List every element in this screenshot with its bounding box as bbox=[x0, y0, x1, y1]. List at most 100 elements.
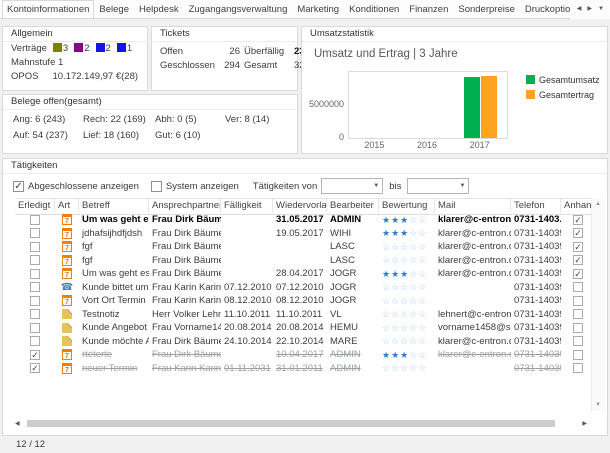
anhang-checkbox[interactable]: ✓ bbox=[573, 215, 583, 225]
star-icon: ☆ bbox=[382, 309, 391, 319]
star-icon: ☆ bbox=[382, 323, 391, 333]
vertical-scrollbar[interactable]: ▲ ▼ bbox=[591, 198, 605, 411]
anhang-checkbox[interactable] bbox=[573, 323, 583, 333]
star-icon: ☆ bbox=[391, 336, 400, 346]
cell-art: 7 bbox=[55, 241, 79, 252]
show-system-checkbox[interactable] bbox=[151, 181, 162, 192]
tab-scroll-left-icon[interactable]: ◀ bbox=[577, 6, 582, 12]
table-row[interactable]: Kunde möchte Ang...Frau Dirk Bäumer24.10… bbox=[15, 335, 595, 349]
column-header-wiedervorlage[interactable]: Wiedervorlage bbox=[273, 199, 327, 213]
star-icon: ☆ bbox=[382, 336, 391, 346]
note-icon bbox=[62, 323, 72, 333]
cell-faelligkeit: 24.10.2014 bbox=[221, 335, 273, 349]
column-header-bearbeiter[interactable]: Bearbeiter bbox=[327, 199, 379, 213]
tab-scroll-right-icon[interactable]: ▶ bbox=[587, 6, 592, 12]
erledigt-checkbox[interactable] bbox=[30, 336, 40, 346]
erledigt-checkbox[interactable] bbox=[30, 282, 40, 292]
cell-betreff: Kunde bittet um R... bbox=[79, 281, 149, 295]
column-header-bewertung[interactable]: Bewertung bbox=[379, 199, 435, 213]
scroll-down-icon[interactable]: ▼ bbox=[595, 402, 601, 408]
cell-anhang: ✓ bbox=[561, 269, 595, 279]
scroll-up-icon[interactable]: ▲ bbox=[595, 201, 601, 207]
erledigt-checkbox[interactable] bbox=[30, 323, 40, 333]
erledigt-checkbox[interactable] bbox=[30, 296, 40, 306]
tab-sonderpreise[interactable]: Sonderpreise bbox=[453, 0, 520, 19]
table-row[interactable]: Kunde Angebot ExchFrau Vorname1458 .20.0… bbox=[15, 321, 595, 335]
anhang-checkbox[interactable] bbox=[573, 309, 583, 319]
tab-marketing[interactable]: Marketing bbox=[292, 0, 344, 19]
column-header-telefon[interactable]: Telefon bbox=[511, 199, 561, 213]
cell-wiedervorlage: 20.08.2014 bbox=[273, 321, 327, 335]
table-row[interactable]: 7jdhafsijhdfjdshFrau Dirk Bäumer19.05.20… bbox=[15, 227, 595, 241]
scroll-left-icon[interactable]: ◀ bbox=[15, 420, 20, 427]
anhang-checkbox[interactable] bbox=[573, 336, 583, 346]
tickets-offen-label: Offen bbox=[160, 46, 216, 57]
scroll-right-icon[interactable]: ▶ bbox=[582, 420, 587, 427]
calendar-icon: 7 bbox=[62, 214, 72, 225]
erledigt-checkbox[interactable] bbox=[30, 269, 40, 279]
tab-helpdesk[interactable]: Helpdesk bbox=[134, 0, 184, 19]
anhang-checkbox[interactable] bbox=[573, 350, 583, 360]
column-header-anhang[interactable]: Anhang bbox=[561, 199, 595, 213]
tab-kontoinformationen[interactable]: Kontoinformationen bbox=[2, 0, 94, 19]
anhang-checkbox[interactable]: ✓ bbox=[573, 228, 583, 238]
erledigt-checkbox[interactable] bbox=[30, 215, 40, 225]
tab-zugangangsverwaltung[interactable]: Zugangangsverwaltung bbox=[184, 0, 293, 19]
table-row[interactable]: 7Vort Ort TerminFrau Karin Karin08.12.20… bbox=[15, 294, 595, 308]
activity-table-body: 7Um was geht esFrau Dirk Bäumer31.05.201… bbox=[15, 213, 595, 375]
x-tick-label: 2017 bbox=[465, 140, 495, 150]
table-row[interactable]: TestnotizHerr Volker Lehnert11.10.201111… bbox=[15, 308, 595, 322]
table-row[interactable]: 7Um was geht esFrau Dirk Bäumer31.05.201… bbox=[15, 213, 595, 227]
panel-tickets-title: Tickets bbox=[152, 27, 297, 42]
anhang-checkbox[interactable] bbox=[573, 282, 583, 292]
anhang-checkbox[interactable]: ✓ bbox=[573, 255, 583, 265]
anhang-checkbox[interactable]: ✓ bbox=[573, 242, 583, 252]
tab-belege[interactable]: Belege bbox=[94, 0, 134, 19]
anhang-checkbox[interactable] bbox=[573, 296, 583, 306]
cell-betreff: neuer Termin bbox=[79, 362, 149, 376]
star-icon: ☆ bbox=[409, 350, 418, 360]
tab-konditionen[interactable]: Konditionen bbox=[344, 0, 404, 19]
tab-more-icon[interactable]: ▼ bbox=[598, 6, 604, 12]
cell-telefon: 0731-14039... bbox=[511, 240, 561, 254]
column-header-art[interactable]: Art bbox=[55, 199, 79, 213]
date-to-dropdown[interactable]: ▼ bbox=[407, 178, 469, 194]
erledigt-checkbox[interactable] bbox=[30, 242, 40, 252]
rating-stars: ☆☆☆☆☆ bbox=[379, 253, 435, 268]
date-from-dropdown[interactable]: ▼ bbox=[321, 178, 383, 194]
column-header-betreff[interactable]: Betreff bbox=[79, 199, 149, 213]
erledigt-checkbox[interactable]: ✓ bbox=[30, 363, 40, 373]
column-header-ansprechpartner[interactable]: Ansprechpartner bbox=[149, 199, 221, 213]
table-row[interactable]: ☎Kunde bittet um R...Frau Karin Karin07.… bbox=[15, 281, 595, 295]
cell-art bbox=[55, 309, 79, 319]
range-to-label: bis bbox=[389, 181, 401, 192]
rating-stars: ★★★☆☆ bbox=[379, 267, 435, 282]
horizontal-scrollbar[interactable]: ◀ ▶ bbox=[15, 418, 587, 429]
table-row[interactable]: ✓7rteterteFrau Dirk Bäumer10.04.2017ADMI… bbox=[15, 348, 595, 362]
column-header-mail[interactable]: Mail bbox=[435, 199, 511, 213]
cell-telefon: 0731-14039... bbox=[511, 294, 561, 308]
cell-art: 7 bbox=[55, 214, 79, 225]
show-completed-checkbox[interactable]: ✓ bbox=[13, 181, 24, 192]
erledigt-checkbox[interactable] bbox=[30, 228, 40, 238]
table-row[interactable]: 7fgfFrau Dirk BäumerLASC☆☆☆☆☆klarer@c-en… bbox=[15, 240, 595, 254]
scrollbar-thumb[interactable] bbox=[27, 420, 555, 427]
table-row[interactable]: 7fgfFrau Dirk BäumerLASC☆☆☆☆☆klarer@c-en… bbox=[15, 254, 595, 268]
anhang-checkbox[interactable]: ✓ bbox=[573, 269, 583, 279]
tab-finanzen[interactable]: Finanzen bbox=[404, 0, 453, 19]
x-tick-label: 2016 bbox=[412, 140, 442, 150]
column-header-fälligkeit[interactable]: Fälligkeit bbox=[221, 199, 273, 213]
anhang-checkbox[interactable] bbox=[573, 363, 583, 373]
star-icon: ☆ bbox=[400, 296, 409, 306]
cell-art: 7 bbox=[55, 363, 79, 374]
show-completed-label: Abgeschlossene anzeigen bbox=[28, 181, 139, 192]
erledigt-checkbox[interactable] bbox=[30, 255, 40, 265]
table-row[interactable]: ✓7neuer TerminFrau Karin Karin01.11.2031… bbox=[15, 362, 595, 376]
erledigt-checkbox[interactable] bbox=[30, 309, 40, 319]
column-header-erledigt[interactable]: Erledigt bbox=[15, 199, 55, 213]
cell-art: 7 bbox=[55, 349, 79, 360]
star-icon: ☆ bbox=[391, 255, 400, 265]
erledigt-checkbox[interactable]: ✓ bbox=[30, 350, 40, 360]
table-row[interactable]: 7Um was geht esFrau Dirk Bäumer28.04.201… bbox=[15, 267, 595, 281]
cell-bearbeiter: JOGR bbox=[327, 294, 379, 308]
